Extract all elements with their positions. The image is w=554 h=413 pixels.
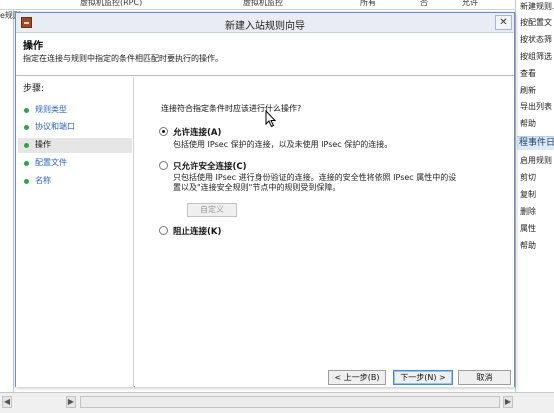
action-content: 连接符合指定条件时应该进行什么操作? 允许连接(A) 包括使用 IPsec 保护… bbox=[135, 77, 514, 387]
step-bullet-icon bbox=[24, 125, 29, 130]
block-connection-radio[interactable] bbox=[159, 226, 168, 235]
block-connection-label[interactable]: 阻止连接(K) bbox=[173, 225, 221, 237]
horizontal-scrollbar[interactable] bbox=[80, 396, 500, 408]
mouse-pointer-icon bbox=[265, 110, 277, 128]
page-title: 操作 bbox=[23, 41, 43, 52]
dialog-title: 新建入站规则向导 bbox=[225, 21, 305, 32]
action-delete[interactable]: 删除 bbox=[520, 206, 536, 217]
secure-connection-label[interactable]: 只允许安全连接(C) bbox=[173, 160, 247, 172]
rule-profile: 所有 bbox=[360, 0, 376, 7]
step-rule-type[interactable]: 规则类型 bbox=[18, 103, 132, 118]
next-button[interactable]: 下一步(N) > bbox=[393, 370, 453, 385]
step-protocol-ports[interactable]: 协议和端口 bbox=[18, 120, 132, 135]
rule-group: 虚拟机监控 bbox=[243, 0, 283, 7]
action-filter-state[interactable]: 按状态筛 bbox=[520, 34, 552, 45]
action-copy[interactable]: 复制 bbox=[520, 189, 536, 200]
action-enable-rule[interactable]: 启用规则 bbox=[520, 155, 552, 166]
action-export-list[interactable]: 导出列表 bbox=[520, 101, 552, 112]
steps-title: 步骤: bbox=[23, 84, 45, 94]
step-bullet-icon bbox=[24, 179, 29, 184]
step-label: 配置文件 bbox=[35, 158, 67, 167]
steps-pane: 步骤: 规则类型 协议和端口 操作 配置文件 名称 bbox=[16, 77, 134, 387]
step-label: 操作 bbox=[35, 140, 51, 149]
secure-connection-desc-1: 只包括使用 IPsec 进行身份验证的连接。连接的安全性将依照 IPsec 属性… bbox=[173, 173, 457, 182]
scroll-right-arrow[interactable]: ▶ bbox=[66, 396, 76, 408]
back-button[interactable]: < 上一步(B) bbox=[328, 370, 386, 385]
step-label: 规则类型 bbox=[35, 105, 67, 114]
step-action[interactable]: 操作 bbox=[18, 138, 132, 153]
wizard-header: 操作 指定在连接与规则中指定的条件相匹配时要执行的操作。 bbox=[16, 34, 514, 76]
allow-connection-radio[interactable] bbox=[159, 127, 168, 136]
action-filter-profile[interactable]: 按配置文 bbox=[520, 17, 552, 28]
step-name[interactable]: 名称 bbox=[18, 174, 132, 189]
action-refresh[interactable]: 刷新 bbox=[520, 85, 536, 96]
rule-name: 虚拟机监控(RPC) bbox=[80, 0, 143, 7]
step-bullet-icon bbox=[24, 161, 29, 166]
rule-enabled: 否 bbox=[420, 0, 428, 7]
rule-action: 允许 bbox=[462, 0, 478, 7]
action-help[interactable]: 帮助 bbox=[520, 118, 536, 129]
step-label: 名称 bbox=[35, 176, 51, 185]
action-question: 连接符合指定条件时应该进行什么操作? bbox=[161, 104, 302, 113]
action-cut[interactable]: 剪切 bbox=[520, 172, 536, 183]
actions-section-header: 程事件日 bbox=[517, 136, 554, 150]
secure-connection-desc-2: 置以及"连接安全规则"节点中的规则受到保障。 bbox=[173, 183, 341, 192]
allow-connection-desc: 包括使用 IPsec 保护的连接，以及未使用 IPsec 保护的连接。 bbox=[173, 140, 393, 149]
action-view[interactable]: 查看 bbox=[520, 68, 536, 79]
left-tree-pane: e规则 bbox=[0, 10, 21, 413]
close-button[interactable]: ✕ bbox=[495, 15, 512, 30]
step-label: 协议和端口 bbox=[35, 122, 75, 131]
action-filter-group[interactable]: 按组筛选 bbox=[520, 51, 552, 62]
dialog-titlebar[interactable]: 新建入站规则向导 ✕ bbox=[16, 13, 514, 33]
scroll-right-arrow-2[interactable]: ▶ bbox=[503, 396, 513, 408]
action-help-2[interactable]: 帮助 bbox=[520, 240, 536, 251]
action-properties[interactable]: 属性 bbox=[520, 223, 536, 234]
step-bullet-icon bbox=[24, 108, 29, 113]
step-profile[interactable]: 配置文件 bbox=[18, 156, 132, 171]
cancel-button[interactable]: 取消 bbox=[458, 370, 511, 385]
page-description: 指定在连接与规则中指定的条件相匹配时要执行的操作。 bbox=[23, 54, 223, 63]
actions-pane: 新建规则... 按配置文 按状态筛 按组筛选 查看 刷新 导出列表 帮助 程事件… bbox=[515, 0, 554, 392]
allow-connection-label[interactable]: 允许连接(A) bbox=[173, 126, 221, 138]
secure-connection-radio[interactable] bbox=[159, 161, 168, 170]
customize-button[interactable]: 自定义 bbox=[187, 203, 237, 217]
new-inbound-rule-wizard: 新建入站规则向导 ✕ 操作 指定在连接与规则中指定的条件相匹配时要执行的操作。 … bbox=[15, 12, 515, 387]
step-bullet-icon bbox=[24, 143, 29, 148]
action-new-rule[interactable]: 新建规则... bbox=[520, 1, 554, 12]
background-rule-row: 虚拟机监控(RPC) 虚拟机监控 所有 否 允许 bbox=[0, 0, 554, 10]
scroll-left-arrow[interactable]: ◀ bbox=[2, 396, 12, 408]
